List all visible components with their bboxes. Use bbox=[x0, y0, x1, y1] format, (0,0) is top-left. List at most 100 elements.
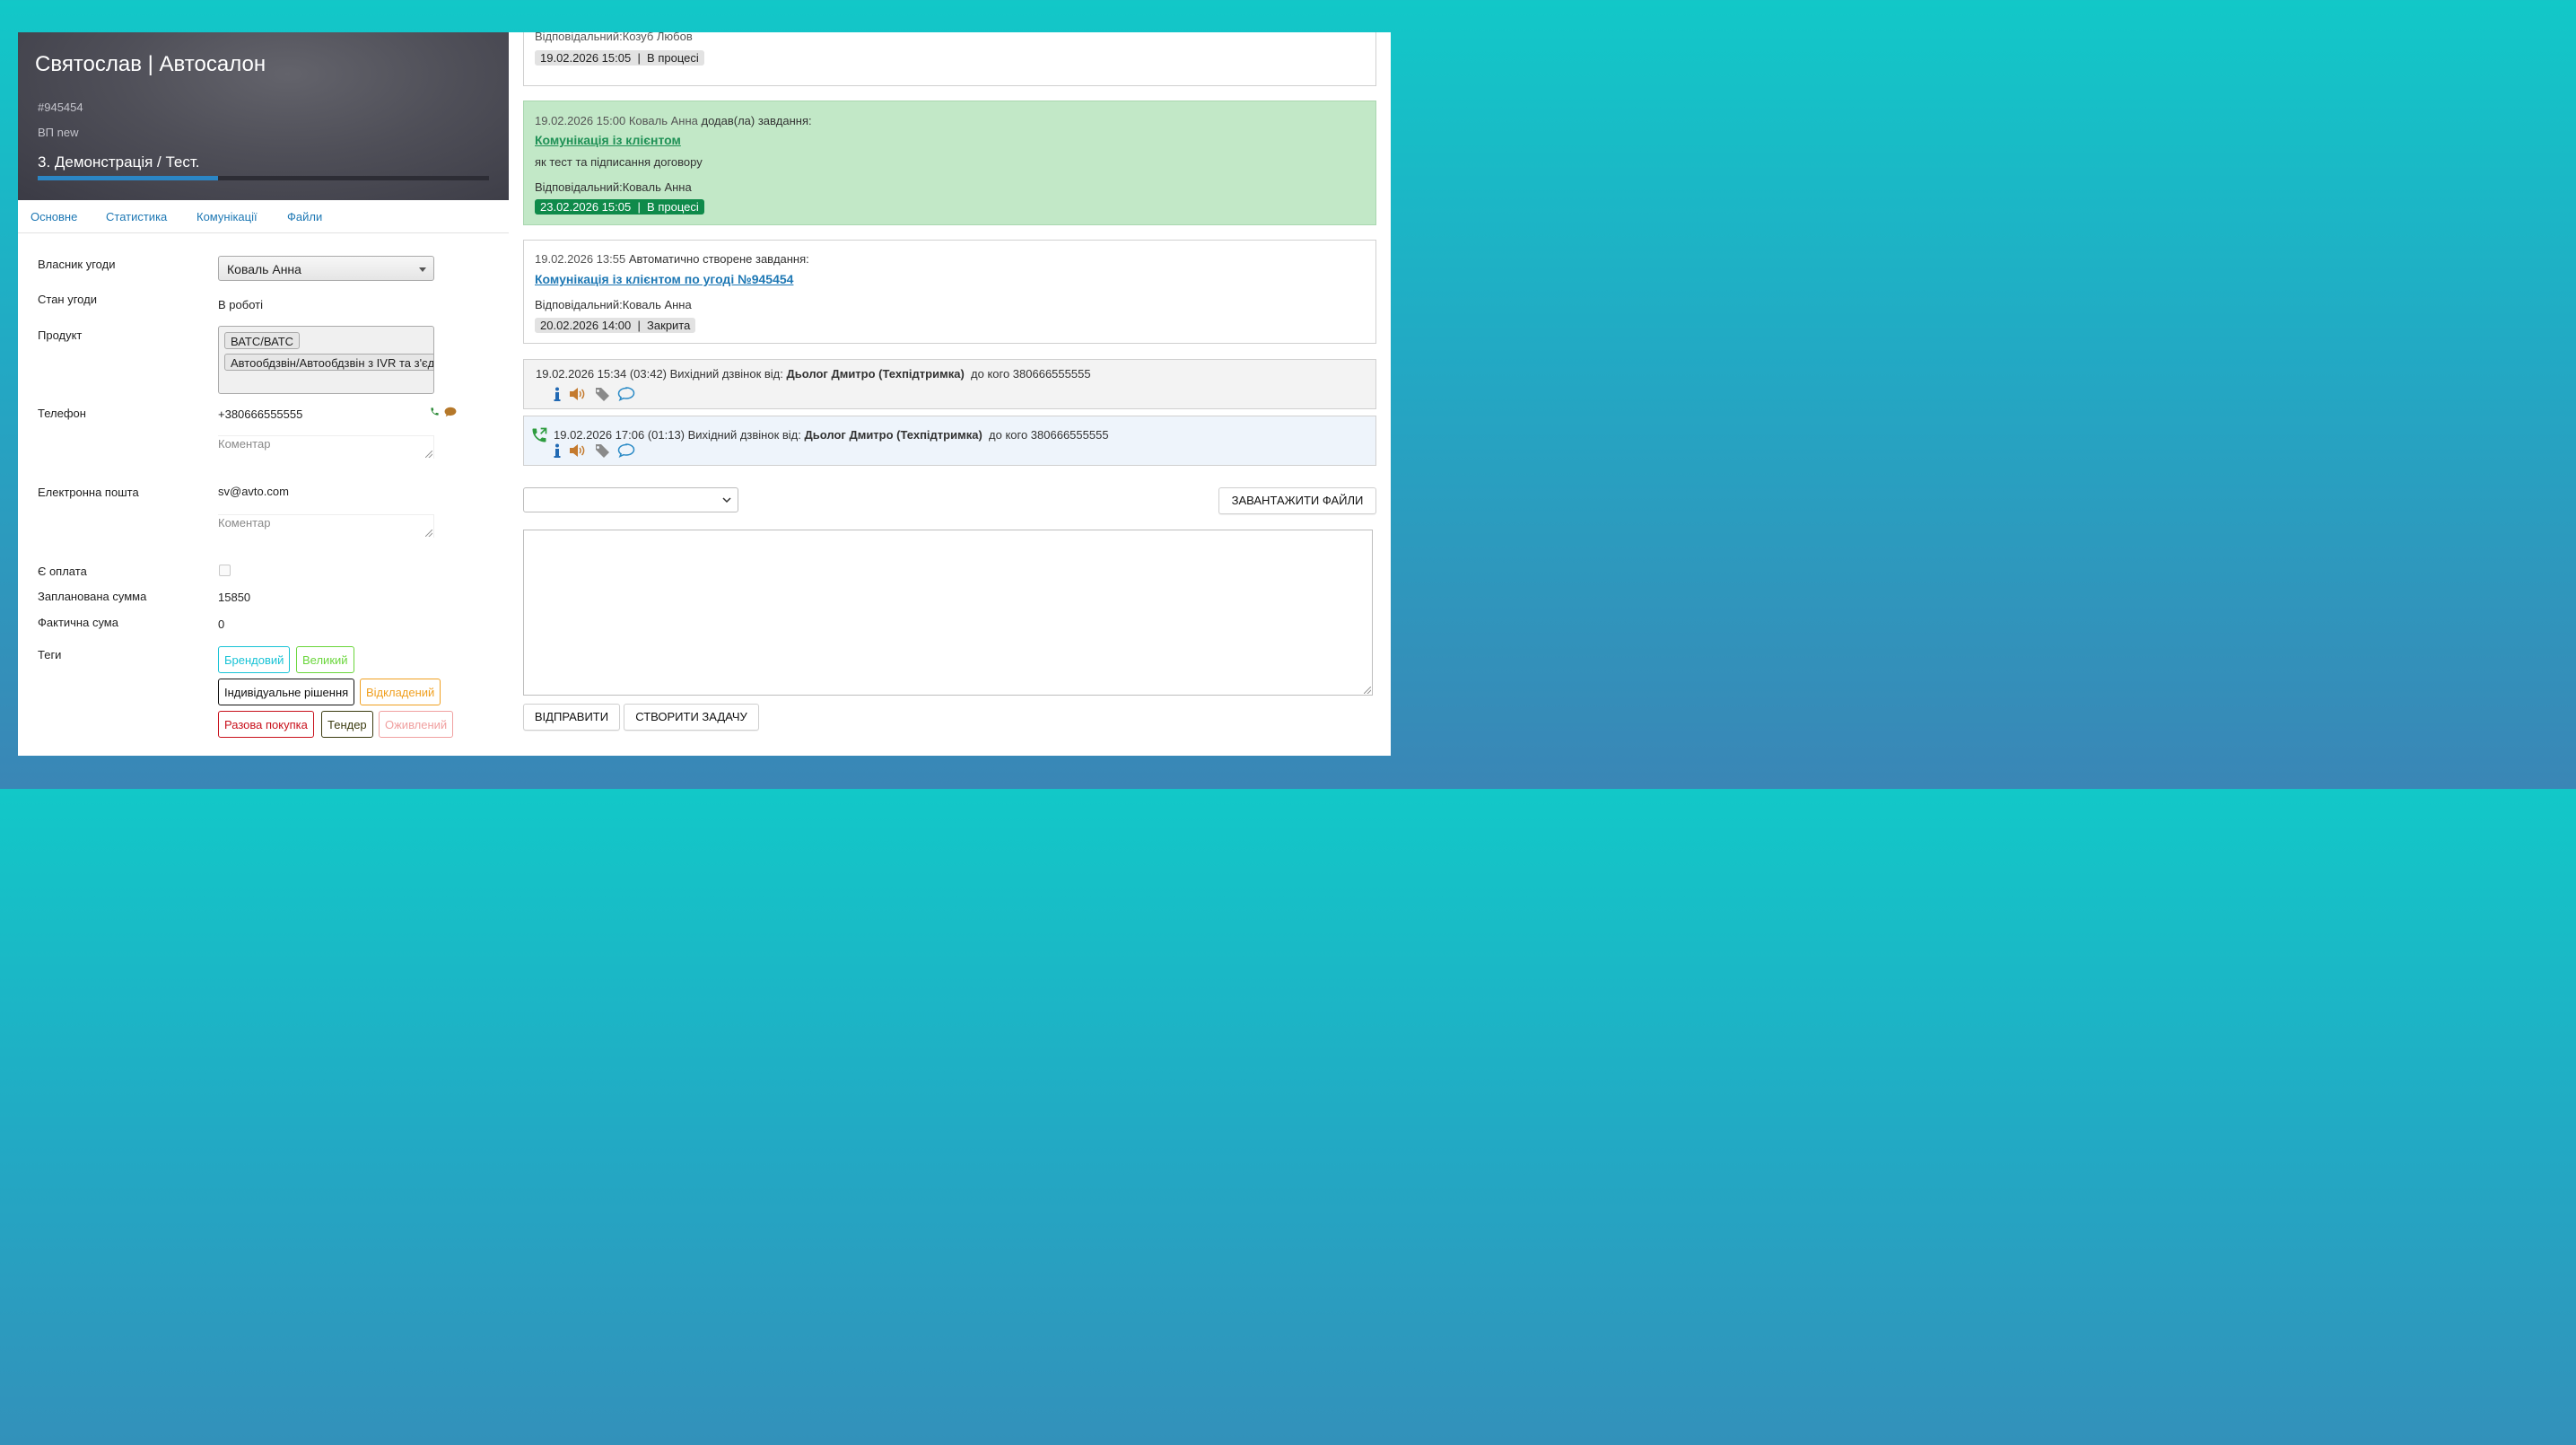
call-record: 19.02.2026 15:34 (03:42) Вихідний дзвіно… bbox=[523, 359, 1376, 409]
deal-header: Святослав | Автосалон #945454 ВП new 3. … bbox=[18, 32, 509, 200]
upload-files-button[interactable]: ЗАВАНТАЖИТИ ФАЙЛИ bbox=[1218, 487, 1376, 514]
deal-panel: Святослав | Автосалон #945454 ВП new 3. … bbox=[18, 32, 509, 756]
tab-communications[interactable]: Комунікації bbox=[196, 210, 258, 223]
task-due: 19.02.2026 15:05 bbox=[540, 51, 632, 65]
call-operator: Дьолог Дмитро (Техпідтримка) bbox=[786, 367, 965, 381]
email-label: Електронна пошта bbox=[38, 486, 139, 499]
tags-label: Теги bbox=[38, 648, 62, 661]
deal-tabs: Основне Статистика Комунікації Файли bbox=[18, 201, 509, 233]
owner-select[interactable]: Коваль Анна bbox=[218, 256, 434, 281]
tag-one-time-purchase[interactable]: Разова покупка bbox=[218, 711, 314, 738]
product-chip[interactable]: ВАТС/ВАТС bbox=[224, 332, 301, 349]
task-status-badge: 20.02.2026 14:00 | Закрита bbox=[535, 318, 696, 333]
email-comment-placeholder: Коментар bbox=[218, 516, 271, 530]
resize-grip-icon[interactable] bbox=[1364, 687, 1371, 694]
phone-label: Телефон bbox=[38, 407, 86, 420]
call-target: до кого 380666555555 bbox=[971, 367, 1091, 381]
create-task-button[interactable]: СТВОРИТИ ЗАДАЧУ bbox=[624, 704, 759, 731]
call-operator: Дьолог Дмитро (Техпідтримка) bbox=[804, 428, 982, 442]
task-due: 23.02.2026 15:05 bbox=[540, 200, 632, 214]
actual-sum-value: 0 bbox=[218, 617, 225, 631]
task-title-link[interactable]: Комунікація із клієнтом по угоді №945454 bbox=[535, 272, 793, 286]
deal-title: Святослав | Автосалон bbox=[35, 52, 266, 76]
task-due: 20.02.2026 14:00 bbox=[540, 319, 632, 332]
tag-icon[interactable] bbox=[594, 443, 610, 458]
email-value: sv@avto.com bbox=[218, 485, 289, 498]
task-datetime: 19.02.2026 15:00 bbox=[535, 114, 626, 127]
task-action: Автоматично створене завдання: bbox=[628, 252, 809, 266]
product-label: Продукт bbox=[38, 328, 83, 342]
chevron-down-icon bbox=[722, 497, 731, 504]
tab-statistics[interactable]: Статистика bbox=[106, 210, 167, 223]
info-icon[interactable] bbox=[553, 387, 562, 401]
task-card: 19.02.2026 15:00 Коваль Анна додав(ла) з… bbox=[523, 101, 1376, 225]
phone-icon[interactable] bbox=[430, 407, 440, 416]
tab-main[interactable]: Основне bbox=[31, 210, 77, 223]
comment-icon[interactable] bbox=[617, 387, 635, 401]
tag-individual-solution[interactable]: Індивідуальне рішення bbox=[218, 679, 355, 705]
call-info: 19.02.2026 15:34 (03:42) Вихідний дзвіно… bbox=[536, 367, 783, 381]
call-target: до кого 380666555555 bbox=[989, 428, 1109, 442]
phone-value: +380666555555 bbox=[218, 407, 303, 421]
resize-grip-icon[interactable] bbox=[425, 530, 432, 537]
channel-select[interactable] bbox=[523, 487, 738, 512]
actual-sum-label: Фактична сума bbox=[38, 616, 118, 629]
chevron-down-icon bbox=[419, 267, 426, 272]
tag-revived[interactable]: Оживлений bbox=[379, 711, 454, 738]
stage-progress-bar bbox=[38, 176, 489, 180]
phone-comment-field[interactable]: Коментар bbox=[218, 435, 434, 459]
sms-icon[interactable] bbox=[444, 407, 457, 417]
info-icon[interactable] bbox=[553, 443, 562, 458]
task-description: як тест та підписання договору bbox=[535, 155, 703, 169]
phone-outgoing-icon bbox=[532, 427, 547, 442]
call-record: 19.02.2026 17:06 (01:13) Вихідний дзвіно… bbox=[523, 416, 1376, 466]
planned-sum-label: Запланована сумма bbox=[38, 590, 147, 603]
deal-number: #945454 bbox=[38, 101, 83, 114]
tag-tender[interactable]: Тендер bbox=[321, 711, 373, 738]
task-card: 19.02.2026 13:55 Автоматично створене за… bbox=[523, 240, 1376, 344]
task-header: 19.02.2026 13:55 Автоматично створене за… bbox=[535, 252, 809, 266]
deal-pipeline: ВП new bbox=[38, 126, 79, 139]
task-responsible: Відповідальний:Коваль Анна bbox=[535, 180, 692, 194]
planned-sum-value: 15850 bbox=[218, 591, 251, 604]
task-datetime: 19.02.2026 13:55 bbox=[535, 252, 626, 266]
product-chip[interactable]: Автообдзвін/Автообдзвін з IVR та з'єднан… bbox=[224, 354, 433, 371]
owner-label: Власник угоди bbox=[38, 258, 116, 271]
speaker-icon[interactable] bbox=[569, 387, 587, 401]
task-responsible: Відповідальний:Козуб Любов bbox=[535, 32, 693, 43]
comment-icon[interactable] bbox=[617, 443, 635, 458]
email-comment-field[interactable]: Коментар bbox=[218, 514, 434, 538]
task-status-badge: 19.02.2026 15:05 | В процесі bbox=[535, 50, 704, 66]
call-line: 19.02.2026 15:34 (03:42) Вихідний дзвіно… bbox=[536, 367, 1091, 381]
payment-label: Є оплата bbox=[38, 565, 87, 578]
deal-stage: 3. Демонстрація / Тест. bbox=[38, 153, 200, 171]
owner-select-value: Коваль Анна bbox=[227, 262, 301, 276]
task-status: В процесі bbox=[647, 200, 699, 214]
product-multiselect[interactable]: ВАТС/ВАТС Автообдзвін/Автообдзвін з IVR … bbox=[218, 326, 434, 394]
call-actions bbox=[553, 387, 635, 401]
tag-icon[interactable] bbox=[594, 387, 610, 401]
task-author: Коваль Анна bbox=[628, 114, 698, 127]
call-actions bbox=[553, 443, 635, 458]
payment-checkbox[interactable] bbox=[219, 565, 231, 576]
task-status-badge: 23.02.2026 15:05 | В процесі bbox=[535, 199, 704, 215]
tag-large[interactable]: Великий bbox=[296, 646, 354, 673]
task-status: Закрита bbox=[647, 319, 691, 332]
tab-files[interactable]: Файли bbox=[287, 210, 322, 223]
task-title-link[interactable]: Комунікація із клієнтом bbox=[535, 133, 681, 147]
message-textarea[interactable] bbox=[523, 530, 1373, 696]
tag-postponed[interactable]: Відкладений bbox=[360, 679, 441, 705]
phone-comment-placeholder: Коментар bbox=[218, 437, 271, 451]
send-button[interactable]: ВІДПРАВИТИ bbox=[523, 704, 620, 731]
crm-window: Святослав | Автосалон #945454 ВП new 3. … bbox=[18, 32, 1391, 756]
speaker-icon[interactable] bbox=[569, 443, 587, 458]
state-value: В роботі bbox=[218, 298, 263, 311]
stage-progress-fill bbox=[38, 176, 219, 180]
tag-branded[interactable]: Брендовий bbox=[218, 646, 291, 673]
resize-grip-icon[interactable] bbox=[425, 451, 432, 458]
call-info: 19.02.2026 17:06 (01:13) Вихідний дзвіно… bbox=[554, 428, 801, 442]
call-line: 19.02.2026 17:06 (01:13) Вихідний дзвіно… bbox=[554, 428, 1109, 442]
task-header: 19.02.2026 15:00 Коваль Анна додав(ла) з… bbox=[535, 114, 812, 127]
task-card: Відповідальний:Козуб Любов 19.02.2026 15… bbox=[523, 32, 1376, 86]
task-status: В процесі bbox=[647, 51, 699, 65]
